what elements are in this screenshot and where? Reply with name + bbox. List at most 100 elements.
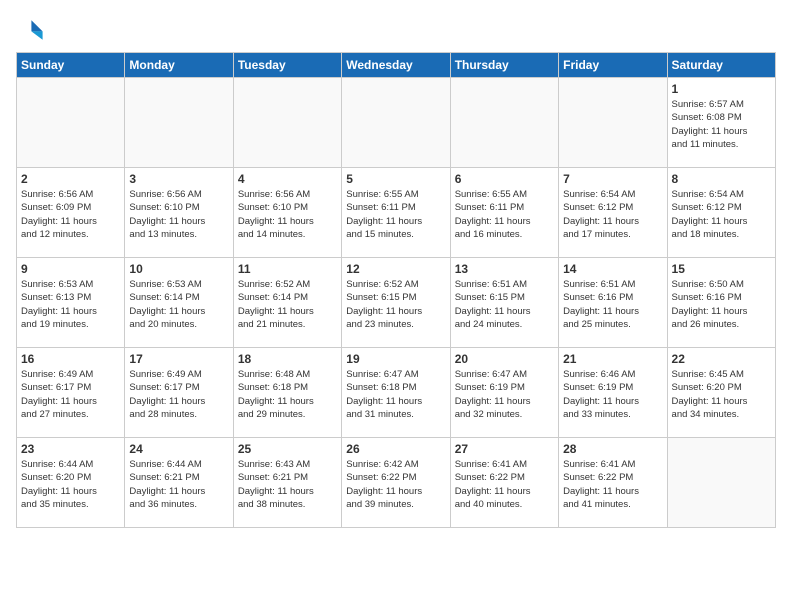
day-cell: 15 Sunrise: 6:50 AM Sunset: 6:16 PM Dayli… <box>667 258 775 348</box>
day-number: 22 <box>672 352 771 366</box>
weekday-wednesday: Wednesday <box>342 53 450 78</box>
day-cell: 19 Sunrise: 6:47 AM Sunset: 6:18 PM Dayli… <box>342 348 450 438</box>
day-number: 16 <box>21 352 120 366</box>
day-info: Sunrise: 6:47 AM Sunset: 6:19 PM Dayligh… <box>455 368 554 421</box>
day-cell: 26Sunrise: 6:42 AM Sunset: 6:22 PM Dayli… <box>342 438 450 528</box>
day-number: 10 <box>129 262 228 276</box>
day-number: 12 <box>346 262 445 276</box>
day-cell: 28 Sunrise: 6:41 AM Sunset: 6:22 PM Dayli… <box>559 438 667 528</box>
day-number: 8 <box>672 172 771 186</box>
day-cell: 20 Sunrise: 6:47 AM Sunset: 6:19 PM Dayli… <box>450 348 558 438</box>
day-cell: 23 Sunrise: 6:44 AM Sunset: 6:20 PM Dayli… <box>17 438 125 528</box>
day-number: 18 <box>238 352 337 366</box>
day-info: Sunrise: 6:56 AM Sunset: 6:09 PM Dayligh… <box>21 188 120 241</box>
weekday-friday: Friday <box>559 53 667 78</box>
day-number: 23 <box>21 442 120 456</box>
day-cell: 6 Sunrise: 6:55 AM Sunset: 6:11 PM Daylig… <box>450 168 558 258</box>
day-number: 15 <box>672 262 771 276</box>
day-cell: 12 Sunrise: 6:52 AM Sunset: 6:15 PM Dayli… <box>342 258 450 348</box>
day-number: 13 <box>455 262 554 276</box>
day-number: 7 <box>563 172 662 186</box>
day-info: Sunrise: 6:56 AM Sunset: 6:10 PM Dayligh… <box>129 188 228 241</box>
day-info: Sunrise: 6:57 AM Sunset: 6:08 PM Dayligh… <box>672 98 771 151</box>
day-number: 14 <box>563 262 662 276</box>
day-number: 24 <box>129 442 228 456</box>
day-number: 5 <box>346 172 445 186</box>
day-info: Sunrise: 6:52 AM Sunset: 6:15 PM Dayligh… <box>346 278 445 331</box>
day-cell <box>450 78 558 168</box>
day-info: Sunrise: 6:41 AM Sunset: 6:22 PM Dayligh… <box>563 458 662 511</box>
day-number: 19 <box>346 352 445 366</box>
day-number: 28 <box>563 442 662 456</box>
day-cell: 27Sunrise: 6:41 AM Sunset: 6:22 PM Dayli… <box>450 438 558 528</box>
day-info: Sunrise: 6:48 AM Sunset: 6:18 PM Dayligh… <box>238 368 337 421</box>
day-cell <box>17 78 125 168</box>
day-info: Sunrise: 6:51 AM Sunset: 6:16 PM Dayligh… <box>563 278 662 331</box>
day-info: Sunrise: 6:47 AM Sunset: 6:18 PM Dayligh… <box>346 368 445 421</box>
day-info: Sunrise: 6:55 AM Sunset: 6:11 PM Dayligh… <box>346 188 445 241</box>
day-info: Sunrise: 6:56 AM Sunset: 6:10 PM Dayligh… <box>238 188 337 241</box>
page-header <box>16 16 776 44</box>
day-cell: 17 Sunrise: 6:49 AM Sunset: 6:17 PM Dayli… <box>125 348 233 438</box>
day-cell: 13 Sunrise: 6:51 AM Sunset: 6:15 PM Dayli… <box>450 258 558 348</box>
day-info: Sunrise: 6:44 AM Sunset: 6:20 PM Dayligh… <box>21 458 120 511</box>
day-cell <box>125 78 233 168</box>
day-cell <box>667 438 775 528</box>
day-number: 6 <box>455 172 554 186</box>
day-number: 4 <box>238 172 337 186</box>
logo-icon <box>16 16 44 44</box>
day-info: Sunrise: 6:51 AM Sunset: 6:15 PM Dayligh… <box>455 278 554 331</box>
day-cell: 24 Sunrise: 6:44 AM Sunset: 6:21 PM Dayli… <box>125 438 233 528</box>
day-info: Sunrise: 6:55 AM Sunset: 6:11 PM Dayligh… <box>455 188 554 241</box>
day-cell: 2 Sunrise: 6:56 AM Sunset: 6:09 PM Daylig… <box>17 168 125 258</box>
day-number: 27 <box>455 442 554 456</box>
day-cell: 7Sunrise: 6:54 AM Sunset: 6:12 PM Daylig… <box>559 168 667 258</box>
day-info: Sunrise: 6:45 AM Sunset: 6:20 PM Dayligh… <box>672 368 771 421</box>
day-info: Sunrise: 6:42 AM Sunset: 6:22 PM Dayligh… <box>346 458 445 511</box>
day-number: 17 <box>129 352 228 366</box>
week-row-3: 9Sunrise: 6:53 AM Sunset: 6:13 PM Daylig… <box>17 258 776 348</box>
week-row-1: 1 Sunrise: 6:57 AM Sunset: 6:08 PM Daylig… <box>17 78 776 168</box>
day-number: 20 <box>455 352 554 366</box>
weekday-header: SundayMondayTuesdayWednesdayThursdayFrid… <box>17 53 776 78</box>
weekday-tuesday: Tuesday <box>233 53 341 78</box>
day-cell: 8 Sunrise: 6:54 AM Sunset: 6:12 PM Daylig… <box>667 168 775 258</box>
day-cell <box>559 78 667 168</box>
day-info: Sunrise: 6:54 AM Sunset: 6:12 PM Dayligh… <box>672 188 771 241</box>
day-info: Sunrise: 6:50 AM Sunset: 6:16 PM Dayligh… <box>672 278 771 331</box>
day-info: Sunrise: 6:44 AM Sunset: 6:21 PM Dayligh… <box>129 458 228 511</box>
week-row-5: 23 Sunrise: 6:44 AM Sunset: 6:20 PM Dayli… <box>17 438 776 528</box>
weekday-monday: Monday <box>125 53 233 78</box>
day-cell: 16 Sunrise: 6:49 AM Sunset: 6:17 PM Dayli… <box>17 348 125 438</box>
day-cell: 10 Sunrise: 6:53 AM Sunset: 6:14 PM Dayli… <box>125 258 233 348</box>
weekday-thursday: Thursday <box>450 53 558 78</box>
day-number: 1 <box>672 82 771 96</box>
day-cell: 5 Sunrise: 6:55 AM Sunset: 6:11 PM Daylig… <box>342 168 450 258</box>
logo <box>16 16 48 44</box>
week-row-2: 2 Sunrise: 6:56 AM Sunset: 6:09 PM Daylig… <box>17 168 776 258</box>
day-number: 9 <box>21 262 120 276</box>
day-number: 21 <box>563 352 662 366</box>
day-cell: 25 Sunrise: 6:43 AM Sunset: 6:21 PM Dayli… <box>233 438 341 528</box>
day-number: 25 <box>238 442 337 456</box>
weekday-sunday: Sunday <box>17 53 125 78</box>
day-info: Sunrise: 6:49 AM Sunset: 6:17 PM Dayligh… <box>129 368 228 421</box>
weekday-saturday: Saturday <box>667 53 775 78</box>
day-cell: 18 Sunrise: 6:48 AM Sunset: 6:18 PM Dayli… <box>233 348 341 438</box>
day-cell: 11Sunrise: 6:52 AM Sunset: 6:14 PM Dayli… <box>233 258 341 348</box>
day-info: Sunrise: 6:53 AM Sunset: 6:14 PM Dayligh… <box>129 278 228 331</box>
day-cell: 21 Sunrise: 6:46 AM Sunset: 6:19 PM Dayli… <box>559 348 667 438</box>
day-cell: 9Sunrise: 6:53 AM Sunset: 6:13 PM Daylig… <box>17 258 125 348</box>
day-number: 2 <box>21 172 120 186</box>
week-row-4: 16 Sunrise: 6:49 AM Sunset: 6:17 PM Dayli… <box>17 348 776 438</box>
day-info: Sunrise: 6:49 AM Sunset: 6:17 PM Dayligh… <box>21 368 120 421</box>
day-info: Sunrise: 6:43 AM Sunset: 6:21 PM Dayligh… <box>238 458 337 511</box>
day-cell: 22 Sunrise: 6:45 AM Sunset: 6:20 PM Dayli… <box>667 348 775 438</box>
day-cell: 1 Sunrise: 6:57 AM Sunset: 6:08 PM Daylig… <box>667 78 775 168</box>
day-number: 11 <box>238 262 337 276</box>
day-info: Sunrise: 6:46 AM Sunset: 6:19 PM Dayligh… <box>563 368 662 421</box>
day-cell <box>342 78 450 168</box>
day-cell <box>233 78 341 168</box>
day-number: 3 <box>129 172 228 186</box>
day-cell: 14 Sunrise: 6:51 AM Sunset: 6:16 PM Dayli… <box>559 258 667 348</box>
